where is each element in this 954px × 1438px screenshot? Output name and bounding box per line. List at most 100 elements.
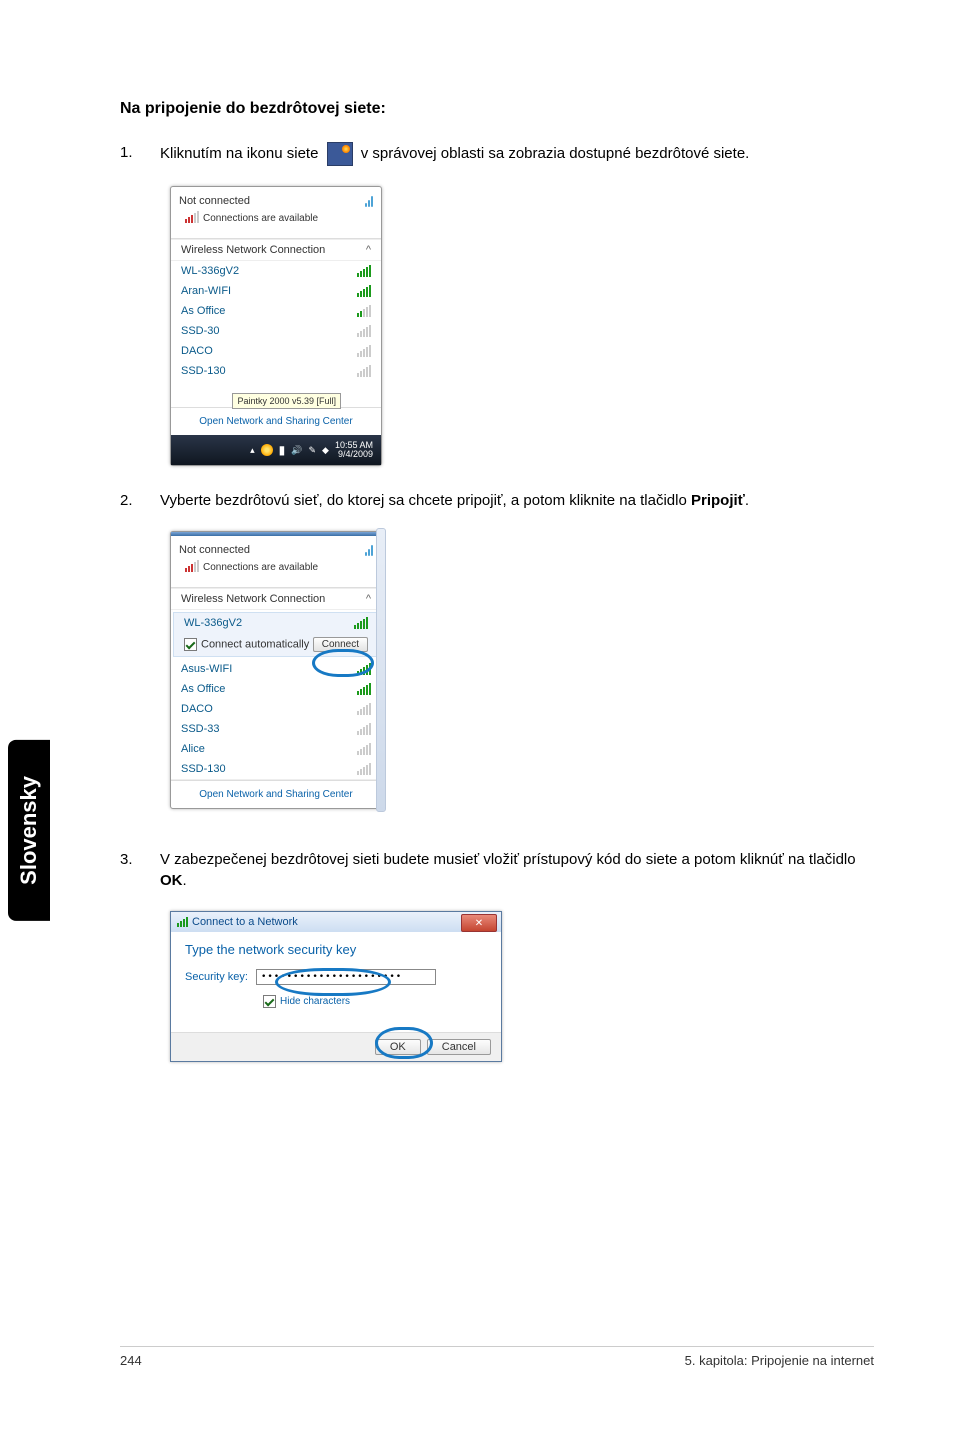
signal-icon: [357, 305, 371, 317]
network-item[interactable]: DACO: [171, 341, 381, 361]
signal-icon: [354, 617, 368, 629]
cancel-button[interactable]: Cancel: [427, 1039, 491, 1055]
signal-bars-icon: [185, 560, 199, 575]
ok-button[interactable]: OK: [375, 1039, 421, 1055]
close-button[interactable]: ✕: [461, 914, 497, 932]
network-item-selected[interactable]: WL-336gV2 Connect automatically Connect: [173, 612, 379, 657]
step2-text: Vyberte bezdrôtovú sieť, do ktorej sa ch…: [160, 492, 687, 509]
taskbar: ▴ ▮ 🔊 ✎ ◆ 10:55 AM 9/4/2009: [171, 435, 381, 465]
step2-bold: Pripojiť: [691, 492, 745, 509]
network-item[interactable]: Alice: [171, 739, 381, 759]
not-connected-label: Not connected: [179, 195, 250, 207]
section-label: Wireless Network Connection: [181, 593, 325, 605]
signal-icon: [357, 723, 371, 735]
tray-sound-icon[interactable]: 🔊: [291, 445, 302, 456]
flyout-header: Not connected Connections are available: [171, 187, 381, 239]
net-name: SSD-130: [181, 763, 226, 775]
page-content: Na pripojenie do bezdrôtovej siete: 1. K…: [0, 0, 954, 1102]
open-center-link[interactable]: Open Network and Sharing Center: [171, 780, 381, 808]
refresh-icon[interactable]: [365, 544, 373, 556]
step-text: Vyberte bezdrôtovú sieť, do ktorej sa ch…: [160, 490, 874, 511]
tray-network-icon[interactable]: ▮: [279, 443, 286, 457]
network-flyout-1: Not connected Connections are available …: [170, 186, 382, 466]
signal-icon: [357, 683, 371, 695]
signal-icon: [357, 743, 371, 755]
step-text: V zabezpečenej bezdrôtovej sieti budete …: [160, 849, 874, 891]
scrollbar[interactable]: [376, 528, 386, 812]
step-text: Kliknutím na ikonu siete v správovej obl…: [160, 142, 874, 166]
network-item[interactable]: WL-336gV2: [171, 261, 381, 281]
net-name: SSD-33: [181, 723, 220, 735]
network-item[interactable]: As Office: [171, 301, 381, 321]
network-item[interactable]: As Office: [171, 679, 381, 699]
tray-action-icon[interactable]: [261, 444, 273, 456]
net-name: SSD-130: [181, 365, 226, 377]
signal-icon: [357, 763, 371, 775]
conn-avail-label: Connections are available: [203, 562, 318, 573]
collapse-icon[interactable]: ^: [366, 593, 371, 605]
section-label: Wireless Network Connection: [181, 244, 325, 256]
field-label: Security key:: [185, 971, 248, 983]
step1-b: v správovej oblasti sa zobrazia dostupné…: [361, 145, 750, 162]
net-name: WL-336gV2: [184, 617, 242, 629]
close-icon: ✕: [475, 918, 483, 929]
auto-connect-checkbox[interactable]: [184, 638, 197, 651]
signal-icon: [357, 345, 371, 357]
step-number: 1.: [120, 142, 160, 166]
step-3: 3. V zabezpečenej bezdrôtovej sieti bude…: [120, 849, 874, 891]
network-item[interactable]: SSD-33: [171, 719, 381, 739]
not-connected-label: Not connected: [179, 544, 250, 556]
period: .: [745, 492, 749, 509]
net-name: Alice: [181, 743, 205, 755]
step-number: 3.: [120, 849, 160, 891]
network-item[interactable]: SSD-30: [171, 321, 381, 341]
signal-icon: [357, 365, 371, 377]
step3-text: V zabezpečenej bezdrôtovej sieti budete …: [160, 851, 856, 868]
signal-icon: [357, 703, 371, 715]
step-number: 2.: [120, 490, 160, 511]
network-flyout-2: Not connected Connections are available …: [170, 531, 382, 809]
net-name: Aran-WIFI: [181, 285, 231, 297]
tray-date: 9/4/2009: [335, 450, 373, 459]
net-name: DACO: [181, 703, 213, 715]
hide-chars-checkbox[interactable]: [263, 995, 276, 1008]
security-dialog: Connect to a Network ✕ Type the network …: [170, 911, 502, 1062]
tray-icon[interactable]: ◆: [322, 445, 329, 456]
connect-button[interactable]: Connect: [313, 637, 368, 652]
flyout-header: Not connected Connections are available: [171, 536, 381, 588]
dialog-title-text: Connect to a Network: [192, 916, 298, 928]
network-item[interactable]: DACO: [171, 699, 381, 719]
signal-icon: [357, 663, 371, 675]
net-name: WL-336gV2: [181, 265, 239, 277]
step1-a: Kliknutím na ikonu siete: [160, 145, 323, 162]
step-2: 2. Vyberte bezdrôtovú sieť, do ktorej sa…: [120, 490, 874, 511]
network-item[interactable]: Aran-WIFI: [171, 281, 381, 301]
dialog-icon: [177, 917, 188, 927]
net-name: As Office: [181, 683, 225, 695]
security-key-input[interactable]: [256, 969, 436, 985]
tray-chevron-icon[interactable]: ▴: [250, 445, 255, 456]
collapse-icon[interactable]: ^: [366, 244, 371, 256]
network-item[interactable]: Asus-WIFI: [171, 659, 381, 679]
signal-icon: [357, 285, 371, 297]
page-footer: 244 5. kapitola: Pripojenie na internet: [120, 1346, 874, 1368]
refresh-icon[interactable]: [365, 195, 373, 207]
page-number: 244: [120, 1353, 142, 1368]
net-name: SSD-30: [181, 325, 220, 337]
auto-connect-label: Connect automatically: [201, 638, 309, 650]
language-tab: Slovensky: [8, 740, 50, 921]
dialog-titlebar: Connect to a Network ✕: [171, 912, 501, 932]
net-name: DACO: [181, 345, 213, 357]
conn-avail-label: Connections are available: [203, 213, 318, 224]
period: .: [183, 872, 187, 889]
step3-bold: OK: [160, 872, 183, 889]
step-1: 1. Kliknutím na ikonu siete v správovej …: [120, 142, 874, 166]
section-heading: Na pripojenie do bezdrôtovej siete:: [120, 100, 874, 118]
open-center-link[interactable]: Open Network and Sharing Center: [171, 407, 381, 435]
network-item[interactable]: SSD-130: [171, 759, 381, 780]
net-name: Asus-WIFI: [181, 663, 232, 675]
signal-bars-icon: [185, 211, 199, 226]
tray-pen-icon[interactable]: ✎: [309, 445, 317, 456]
net-name: As Office: [181, 305, 225, 317]
tooltip: Paintky 2000 v5.39 [Full]: [232, 393, 341, 409]
